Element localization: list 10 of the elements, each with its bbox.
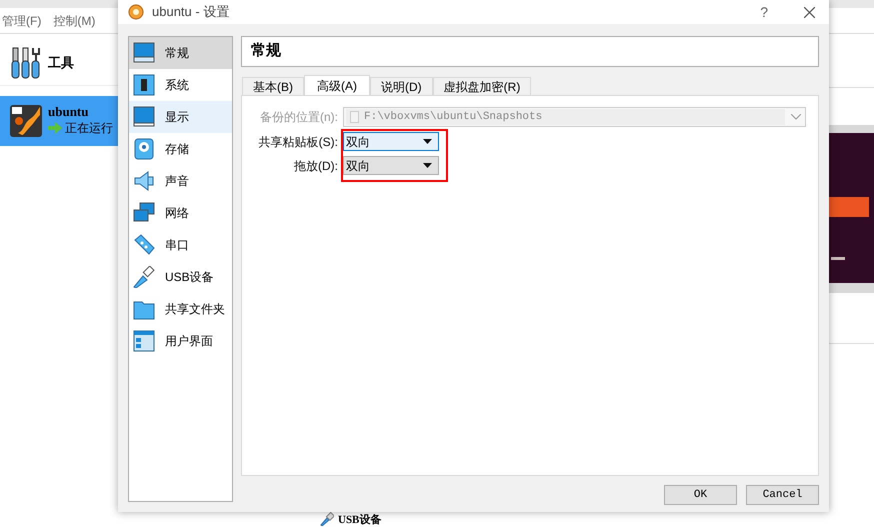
vm-name: ubuntu xyxy=(48,105,90,119)
page-title: 常规 xyxy=(251,41,281,62)
section-title: USB设备 xyxy=(338,514,382,526)
field-label: 备份的位置(n): xyxy=(259,109,338,126)
window-title: ubuntu - 设置 xyxy=(152,3,230,22)
vm-status: 正在运行 xyxy=(65,120,113,137)
tools-label: 工具 xyxy=(48,54,74,72)
field-label: 拖放(D): xyxy=(293,158,338,174)
field-label: 共享粘贴板(S): xyxy=(258,134,338,150)
path-value: F:\vboxvms\ubuntu\Snapshots xyxy=(364,110,542,125)
